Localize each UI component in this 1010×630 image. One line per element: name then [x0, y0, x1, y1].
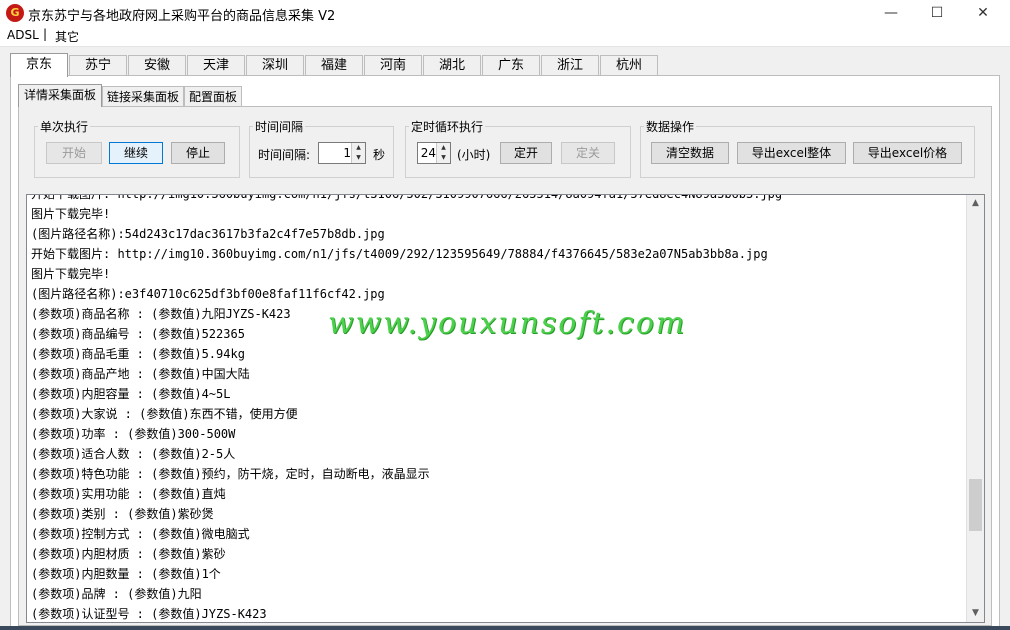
- app-icon: G: [6, 4, 24, 22]
- spinner-arrows-icon[interactable]: ▲ ▼: [351, 143, 365, 163]
- timer-start-button[interactable]: 定开: [500, 142, 552, 164]
- export-excel-all-button[interactable]: 导出excel整体: [737, 142, 846, 164]
- start-button[interactable]: 开始: [46, 142, 102, 164]
- tab-zhejiang[interactable]: 浙江: [541, 55, 599, 75]
- log-line: 图片下载完毕!: [31, 267, 111, 281]
- tab-guangdong[interactable]: 广东: [482, 55, 540, 75]
- interval-label: 时间间隔:: [258, 148, 311, 162]
- log-line: (图片路径名称):54d243c17dac3617b3fa2c4f7e57b8d…: [31, 227, 385, 241]
- tab-fujian[interactable]: 福建: [305, 55, 363, 75]
- tab-anhui[interactable]: 安徽: [128, 55, 186, 75]
- clear-data-button[interactable]: 清空数据: [651, 142, 729, 164]
- log-line: (参数项)内胆容量 : (参数值)4~5L: [31, 387, 231, 401]
- stop-button[interactable]: 停止: [171, 142, 225, 164]
- menu-bar: ADSL | 其它: [0, 26, 1010, 47]
- taskbar-edge: [0, 626, 1010, 630]
- tab-config-panel[interactable]: 配置面板: [184, 86, 242, 106]
- title-bar[interactable]: G 京东苏宁与各地政府网上采购平台的商品信息采集 V2 — ☐ ✕: [0, 0, 1010, 26]
- maximize-icon[interactable]: ☐: [914, 0, 960, 26]
- log-line: (参数项)实用功能 : (参数值)直炖: [31, 487, 226, 501]
- log-line: (参数项)类别 : (参数值)紫砂煲: [31, 507, 214, 521]
- tab-hangzhou[interactable]: 杭州: [600, 55, 658, 75]
- menu-item-other[interactable]: 其它: [55, 28, 79, 45]
- interval-stepper[interactable]: 1 ▲ ▼: [318, 142, 366, 164]
- log-line: (参数项)适合人数 : (参数值)2-5人: [31, 447, 236, 461]
- log-line: (参数项)特色功能 : (参数值)预约，防干烧，定时，自动断电，液晶显示: [31, 467, 430, 481]
- group-interval-title: 时间间隔: [253, 118, 306, 135]
- log-line: (参数项)品牌 : (参数值)九阳: [31, 587, 202, 601]
- log-line: (参数项)商品毛重 : (参数值)5.94kg: [31, 347, 245, 361]
- interval-unit: 秒: [373, 148, 386, 162]
- log-line: (图片路径名称):e3f40710c625df3bf00e8faf11f6cf4…: [31, 287, 385, 301]
- log-line: 开始下载图片: http://img10.360buyimg.com/n1/jf…: [31, 194, 783, 201]
- log-line: (参数项)控制方式 : (参数值)微电脑式: [31, 527, 250, 541]
- tab-henan[interactable]: 河南: [364, 55, 422, 75]
- timer-unit: (小时): [457, 148, 491, 162]
- tab-hubei[interactable]: 湖北: [423, 55, 481, 75]
- log-line: (参数项)大家说 : (参数值)东西不错，使用方便: [31, 407, 298, 421]
- tab-suning[interactable]: 苏宁: [69, 55, 127, 75]
- vertical-scrollbar[interactable]: ▲ ▼: [966, 195, 984, 622]
- menu-item-adsl[interactable]: ADSL: [7, 28, 39, 42]
- scroll-up-icon[interactable]: ▲: [967, 195, 984, 212]
- scroll-down-icon[interactable]: ▼: [967, 605, 984, 622]
- scroll-thumb[interactable]: [969, 479, 982, 531]
- spinner-arrows-icon[interactable]: ▲ ▼: [436, 143, 450, 163]
- log-textarea[interactable]: 开始下载图片: http://img10.360buyimg.com/n1/jf…: [26, 194, 985, 623]
- window-title: 京东苏宁与各地政府网上采购平台的商品信息采集 V2: [28, 9, 336, 24]
- log-line: 开始下载图片: http://img10.360buyimg.com/n1/jf…: [31, 247, 768, 261]
- minimize-icon[interactable]: —: [868, 0, 914, 26]
- watermark-text: www.youxunsoft.com: [328, 306, 687, 341]
- tab-shenzhen[interactable]: 深圳: [246, 55, 304, 75]
- log-line: (参数项)内胆材质 : (参数值)紫砂: [31, 547, 226, 561]
- interval-value: 1: [343, 146, 351, 160]
- log-line: 图片下载完毕!: [31, 207, 111, 221]
- timer-value: 24: [420, 146, 436, 160]
- tab-tianjin[interactable]: 天津: [187, 55, 245, 75]
- log-line: (参数项)商品产地 : (参数值)中国大陆: [31, 367, 250, 381]
- log-line: (参数项)功率 : (参数值)300-500W: [31, 427, 236, 441]
- tab-detail-panel[interactable]: 详情采集面板: [18, 84, 102, 107]
- log-line: (参数项)认证型号 : (参数值)JYZS-K423: [31, 607, 267, 621]
- export-excel-price-button[interactable]: 导出excel价格: [853, 142, 962, 164]
- continue-button[interactable]: 继续: [109, 142, 163, 164]
- log-lines: 开始下载图片: http://img10.360buyimg.com/n1/jf…: [31, 194, 967, 622]
- menu-separator: |: [43, 27, 48, 41]
- timer-stop-button[interactable]: 定关: [561, 142, 615, 164]
- group-data-ops-title: 数据操作: [644, 118, 697, 135]
- log-line: (参数项)内胆数量 : (参数值)1个: [31, 567, 221, 581]
- group-timer-loop-title: 定时循环执行: [409, 118, 486, 135]
- tab-jingdong[interactable]: 京东: [10, 53, 68, 77]
- close-icon[interactable]: ✕: [960, 0, 1006, 26]
- tab-link-panel[interactable]: 链接采集面板: [102, 86, 184, 106]
- timer-stepper[interactable]: 24 ▲ ▼: [417, 142, 451, 164]
- group-single-run-title: 单次执行: [38, 118, 91, 135]
